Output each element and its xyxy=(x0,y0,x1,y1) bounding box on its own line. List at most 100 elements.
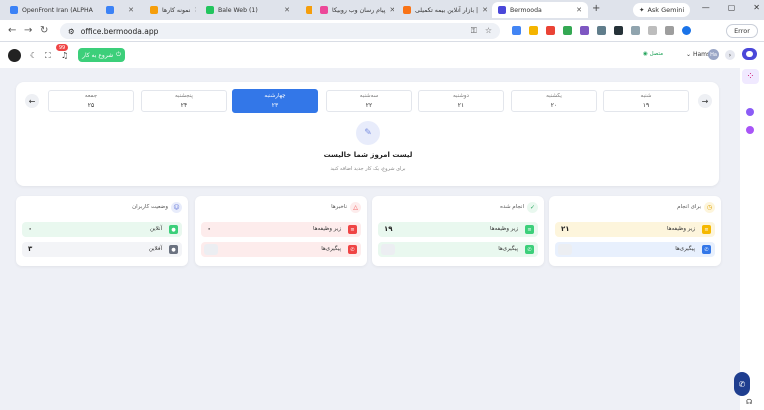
browser-tab[interactable]: نمونه کارها✕ xyxy=(144,2,196,18)
extension-icon[interactable] xyxy=(512,26,521,35)
overdue-followups-row[interactable]: پیگیری‌ها ✆ xyxy=(201,242,361,257)
tab-favicon-icon xyxy=(403,6,411,14)
close-tab-icon[interactable]: ✕ xyxy=(194,6,196,14)
close-tab-icon[interactable]: ✕ xyxy=(390,6,395,14)
site-info-icon[interactable]: ⚙ xyxy=(68,27,75,36)
tab-favicon-icon xyxy=(106,6,114,14)
close-window-button[interactable]: ✕ xyxy=(753,3,760,12)
overdue-card: ناخبرها △ ۰ زیر وظیفه‌ها ≡ پیگیری‌ها ✆ xyxy=(195,196,367,266)
browser-toolbar: ← → ↻ ⚙ office.bermooda.app ⚿ ☆ Error xyxy=(0,20,764,42)
tab-favicon-icon xyxy=(150,6,158,14)
apps-grid-icon[interactable]: ⁘ xyxy=(742,69,759,84)
user-status-card: وضعیت کاربران ☺ ۰ آنلاین ● ۳ آفلاین ● xyxy=(16,196,188,266)
profile-icon[interactable] xyxy=(682,26,691,35)
day-monday[interactable]: دوشنبه ۲۱ xyxy=(418,90,504,112)
day-tuesday[interactable]: سه‌شنبه ۲۲ xyxy=(326,90,412,112)
placeholder-box xyxy=(381,244,395,255)
ask-gemini-button[interactable]: ✦ Ask Gemini xyxy=(633,3,691,17)
tab-favicon-icon xyxy=(498,6,506,14)
card-title: وضعیت کاربران xyxy=(132,204,168,210)
extension-icon[interactable] xyxy=(614,26,623,35)
browser-tab-active[interactable]: Bermooda ✕ xyxy=(492,2,588,18)
browser-tab[interactable]: Bale Web (1) ✕ xyxy=(200,2,296,18)
browser-tab[interactable]: ✕ xyxy=(100,2,140,18)
day-friday[interactable]: جمعه ۲۵ xyxy=(48,90,134,112)
user-avatar[interactable] xyxy=(8,49,21,62)
tab-favicon-icon xyxy=(10,6,18,14)
warning-icon: △ xyxy=(350,202,361,213)
bell-icon[interactable]: ♫ xyxy=(61,51,68,60)
call-fab-button[interactable]: ✆ xyxy=(734,372,750,396)
wifi-icon: ◉ xyxy=(643,51,648,57)
close-tab-icon[interactable]: ✕ xyxy=(482,6,488,14)
minimize-button[interactable]: — xyxy=(702,3,710,12)
forward-icon[interactable]: → xyxy=(24,25,32,36)
todo-followups-row[interactable]: پیگیری‌ها ✆ xyxy=(555,242,715,257)
day-sunday[interactable]: یکشنبه ۲۰ xyxy=(511,90,597,112)
sidebar-icon[interactable] xyxy=(648,26,657,35)
clock-icon: ◷ xyxy=(704,202,715,213)
offline-row[interactable]: ۳ آفلاین ● xyxy=(22,242,182,257)
window-controls: — ▢ ✕ xyxy=(702,3,760,12)
extension-icon[interactable] xyxy=(580,26,589,35)
close-tab-icon[interactable]: ✕ xyxy=(284,6,290,14)
phone-icon: ✆ xyxy=(702,245,711,254)
download-icon[interactable] xyxy=(665,26,674,35)
check-circle-icon: ✓ xyxy=(527,202,538,213)
done-subtasks-row[interactable]: ۱۹ زیر وظیفه‌ها ≡ xyxy=(378,222,538,237)
todo-subtasks-row[interactable]: ۲۱ زیر وظیفه‌ها ≡ xyxy=(555,222,715,237)
browser-tab[interactable] xyxy=(300,2,312,18)
user-online-icon: ● xyxy=(169,225,178,234)
users-icon: ☺ xyxy=(171,202,182,213)
card-title: ناخبرها xyxy=(331,204,347,210)
error-button[interactable]: Error xyxy=(726,24,758,38)
empty-list-title: لیست امروز شما خالیست xyxy=(323,151,413,159)
start-work-button[interactable]: شروع به کار ⏻ xyxy=(78,48,125,62)
bookmark-star-icon[interactable]: ☆ xyxy=(485,26,492,36)
theme-toggle-icon[interactable]: ☾ xyxy=(30,51,37,60)
user-initials-avatar[interactable]: Ha xyxy=(708,49,719,60)
right-rail xyxy=(740,68,764,410)
chevron-right-icon[interactable]: › xyxy=(725,50,735,60)
url-text: office.bermooda.app xyxy=(80,26,159,36)
headset-icon[interactable]: ☊ xyxy=(746,398,752,406)
extension-icon[interactable] xyxy=(563,26,572,35)
back-icon[interactable]: ← xyxy=(8,25,16,36)
reload-icon[interactable]: ↻ xyxy=(40,25,48,36)
maximize-button[interactable]: ▢ xyxy=(728,3,736,12)
extension-icon[interactable] xyxy=(529,26,538,35)
online-status: ◉ متصل xyxy=(643,51,664,57)
overdue-subtasks-row[interactable]: ۰ زیر وظیفه‌ها ≡ xyxy=(201,222,361,237)
day-thursday[interactable]: پنجشنبه ۲۴ xyxy=(141,90,227,112)
key-icon[interactable]: ⚿ xyxy=(471,26,477,36)
check-badge-icon[interactable] xyxy=(746,108,754,116)
notification-badge: 99 xyxy=(56,44,68,51)
user-offline-icon: ● xyxy=(169,245,178,254)
subtasks-icon: ≡ xyxy=(525,225,534,234)
card-title: انجام شده xyxy=(500,204,524,210)
empty-list-subtitle: برای شروع، یک کار جدید اضافه کنید xyxy=(330,166,406,172)
done-card: انجام شده ✓ ۱۹ زیر وظیفه‌ها ≡ پیگیری‌ها … xyxy=(372,196,544,266)
chat-icon[interactable] xyxy=(746,126,754,134)
online-row[interactable]: ۰ آنلاین ● xyxy=(22,222,182,237)
browser-tab-bar: OpenFront Iran (ALPHA✕ ✕ نمونه کارها✕ Ba… xyxy=(0,0,764,20)
close-tab-icon[interactable]: ✕ xyxy=(576,6,582,14)
extension-icon[interactable] xyxy=(597,26,606,35)
fullscreen-icon[interactable]: ⛶ xyxy=(45,51,51,61)
browser-tab[interactable]: پیام رسان وب روبیکا ✕ xyxy=(314,2,394,18)
browser-tab[interactable]: OpenFront Iran (ALPHA✕ xyxy=(4,2,96,18)
tab-favicon-icon xyxy=(206,6,214,14)
new-tab-button[interactable]: + xyxy=(592,3,600,14)
done-followups-row[interactable]: پیگیری‌ها ✆ xyxy=(378,242,538,257)
placeholder-box xyxy=(558,244,572,255)
bermooda-logo xyxy=(742,48,757,60)
prev-week-arrow-icon[interactable]: ← xyxy=(25,94,39,108)
extension-icon[interactable] xyxy=(546,26,555,35)
day-wednesday[interactable]: چهارشنبه ۲۳ xyxy=(232,89,318,113)
close-tab-icon[interactable]: ✕ xyxy=(128,6,134,14)
puzzle-icon[interactable] xyxy=(631,26,640,35)
next-week-arrow-icon[interactable]: → xyxy=(698,94,712,108)
address-bar[interactable]: ⚙ office.bermooda.app ⚿ ☆ xyxy=(60,23,500,39)
browser-tab[interactable]: بازار آنلاین بیمه تکمیلی | ✕ xyxy=(397,2,489,18)
day-saturday[interactable]: شنبه ۱۹ xyxy=(603,90,689,112)
